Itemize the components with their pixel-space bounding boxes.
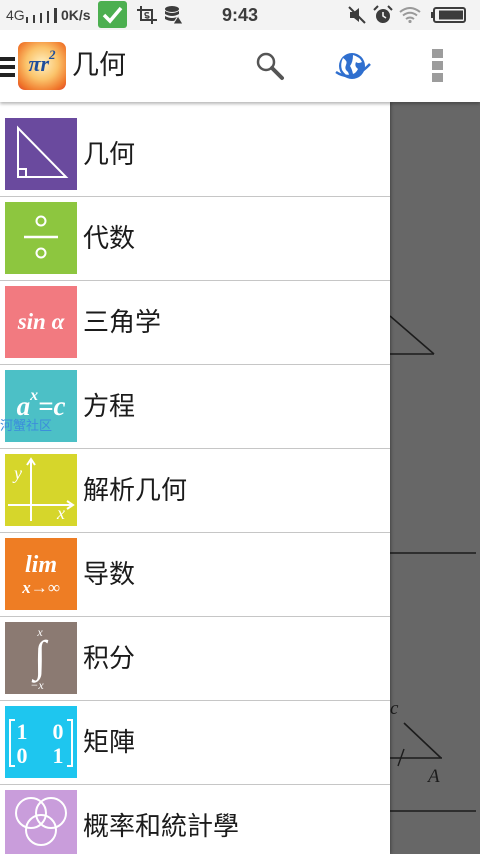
equation-rest: =c — [38, 391, 66, 421]
logo-superscript: 2 — [49, 47, 56, 62]
drawer-item-label: 三角学 — [83, 308, 162, 338]
matrix-cell: 1 — [52, 743, 64, 768]
drawer-item-probability-statistics[interactable]: 概率和統計學 — [0, 785, 390, 854]
background-geometry-figures: c A — [390, 315, 476, 812]
drawer-item-label: 积分 — [83, 644, 136, 674]
status-bar: 4G 0K/s 9:43 — [0, 0, 480, 30]
watermark: 河蟹社区 — [0, 419, 53, 434]
venn-diagram-icon — [5, 790, 77, 854]
drawer-item-label: 方程 — [83, 392, 136, 422]
signal-icon — [26, 8, 57, 23]
integral-lower-bound: −x — [30, 678, 44, 692]
check-icon — [98, 1, 127, 28]
wifi-icon — [399, 7, 421, 23]
drawer-item-algebra[interactable]: 代数 — [0, 197, 390, 281]
page-title: 几何 — [72, 50, 126, 81]
y-axis-label: y — [14, 463, 22, 483]
drawer-item-matrices[interactable]: 1 0 0 1 矩陣 — [0, 701, 390, 785]
network-speed: 0K/s — [61, 7, 91, 23]
app-logo[interactable]: πr2 — [18, 42, 66, 90]
logo-text: πr — [28, 51, 50, 76]
search-icon[interactable] — [255, 51, 285, 81]
overflow-menu-icon[interactable] — [432, 49, 443, 83]
database-icon — [165, 6, 184, 25]
integral-icon: x ∫ −x — [5, 622, 77, 694]
drawer-item-label: 矩陣 — [83, 728, 136, 758]
alarm-icon — [373, 5, 393, 23]
drawer-item-derivatives[interactable]: lim x→∞ 导数 — [0, 533, 390, 617]
drawer-item-label: 代数 — [83, 224, 136, 254]
drawer-item-integrals[interactable]: x ∫ −x 积分 — [0, 617, 390, 701]
crop-icon — [137, 6, 157, 24]
background-label-c: c — [390, 698, 399, 719]
matrix-cell: 1 — [16, 719, 28, 744]
drawer-item-label: 导数 — [83, 560, 136, 590]
sine-icon: sin α — [5, 286, 77, 358]
drawer-scrim[interactable]: c A — [390, 102, 480, 854]
globe-icon[interactable] — [334, 50, 372, 82]
mute-icon — [348, 6, 366, 24]
integral-symbol: ∫ — [33, 632, 47, 681]
matrix-cell: 0 — [52, 719, 64, 744]
divide-icon — [5, 202, 77, 274]
equation-base: a — [16, 391, 31, 421]
battery-icon — [431, 7, 466, 23]
network-type: 4G — [6, 7, 25, 23]
x-axis-label: x — [57, 503, 65, 523]
axes-icon: y x — [5, 454, 77, 526]
right-triangle-icon — [5, 118, 77, 190]
limit-icon-bottom: x→∞ — [22, 578, 60, 597]
drawer-item-equations[interactable]: ax=c 方程 — [0, 365, 390, 449]
menu-icon[interactable] — [0, 57, 15, 77]
navigation-drawer: 几何 代数 sin α 三角学 ax=c 方程 y x 解析几何 lim x→∞… — [0, 102, 390, 854]
matrix-cell: 0 — [16, 743, 28, 768]
app-bar: πr2 几何 — [0, 30, 480, 102]
drawer-item-label: 解析几何 — [83, 476, 188, 506]
drawer-item-analytic-geometry[interactable]: y x 解析几何 — [0, 449, 390, 533]
limit-icon: lim x→∞ — [5, 538, 77, 610]
matrix-icon: 1 0 0 1 — [5, 706, 77, 778]
background-label-a: A — [426, 766, 440, 787]
limit-icon-top: lim — [24, 552, 57, 578]
sine-icon-text: sin α — [17, 309, 65, 334]
clock: 9:43 — [221, 5, 259, 25]
drawer-item-label: 概率和統計學 — [83, 812, 240, 842]
equation-exponent: x — [30, 387, 39, 404]
drawer-item-trigonometry[interactable]: sin α 三角学 — [0, 281, 390, 365]
drawer-item-geometry[interactable]: 几何 — [0, 113, 390, 197]
drawer-item-label: 几何 — [83, 140, 136, 170]
